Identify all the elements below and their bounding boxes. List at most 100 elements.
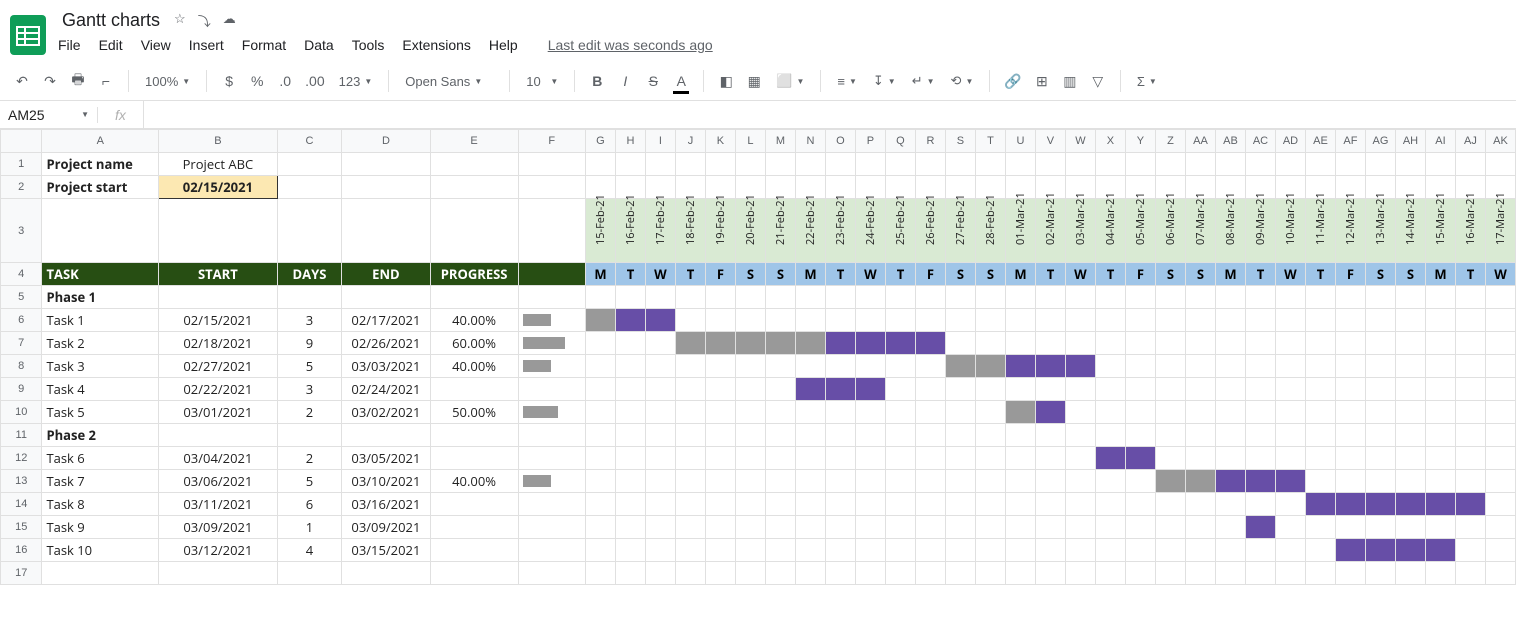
cell[interactable]: 09-Mar-21 <box>1245 199 1275 263</box>
cell[interactable] <box>975 401 1005 424</box>
cell[interactable]: 60.00% <box>430 332 518 355</box>
cell[interactable]: 28-Feb-21 <box>975 199 1005 263</box>
cell[interactable] <box>1215 447 1245 470</box>
cell[interactable] <box>1395 286 1425 309</box>
cell[interactable] <box>1395 516 1425 539</box>
cell[interactable] <box>1185 424 1215 447</box>
cell[interactable] <box>1155 516 1185 539</box>
cell[interactable] <box>1365 470 1395 493</box>
cell[interactable] <box>1095 493 1125 516</box>
cell[interactable] <box>518 153 585 176</box>
cell[interactable] <box>1485 424 1515 447</box>
cell[interactable] <box>735 286 765 309</box>
cell[interactable] <box>945 539 975 562</box>
cell[interactable] <box>795 562 825 585</box>
cell[interactable] <box>735 447 765 470</box>
cell[interactable] <box>855 493 885 516</box>
cell[interactable] <box>159 286 278 309</box>
cell[interactable] <box>915 153 945 176</box>
cell[interactable] <box>1395 470 1425 493</box>
cell[interactable] <box>1275 286 1305 309</box>
cell[interactable] <box>915 401 945 424</box>
cell[interactable] <box>1005 516 1035 539</box>
cell[interactable] <box>1275 493 1305 516</box>
cell[interactable] <box>1395 378 1425 401</box>
cell[interactable] <box>1395 562 1425 585</box>
cell[interactable] <box>1305 493 1335 516</box>
cell[interactable] <box>1455 493 1485 516</box>
cell[interactable] <box>1485 516 1515 539</box>
cell[interactable]: Task 8 <box>42 493 159 516</box>
cell[interactable] <box>42 199 159 263</box>
cell[interactable] <box>1215 286 1245 309</box>
menu-file[interactable]: File <box>58 37 81 53</box>
cell[interactable]: Phase 2 <box>42 424 159 447</box>
cell[interactable] <box>1185 470 1215 493</box>
cell[interactable] <box>915 447 945 470</box>
cell[interactable] <box>1485 539 1515 562</box>
cell[interactable] <box>705 286 735 309</box>
cell[interactable] <box>1335 470 1365 493</box>
cell[interactable] <box>645 516 675 539</box>
cell[interactable] <box>1215 539 1245 562</box>
cell[interactable]: S <box>1395 263 1425 286</box>
cell[interactable] <box>855 286 885 309</box>
cell[interactable]: 12-Mar-21 <box>1335 199 1365 263</box>
cell[interactable] <box>705 401 735 424</box>
cell[interactable] <box>1335 493 1365 516</box>
cell[interactable] <box>645 562 675 585</box>
cell[interactable] <box>1305 424 1335 447</box>
cell[interactable]: 10-Mar-21 <box>1275 199 1305 263</box>
cell[interactable] <box>945 378 975 401</box>
cell[interactable] <box>1455 562 1485 585</box>
cell[interactable] <box>1155 424 1185 447</box>
cell[interactable] <box>975 493 1005 516</box>
cell[interactable] <box>765 153 795 176</box>
cell[interactable] <box>42 562 159 585</box>
cell[interactable]: 03/02/2021 <box>342 401 430 424</box>
cell[interactable] <box>1155 539 1185 562</box>
cell[interactable] <box>342 199 430 263</box>
cell[interactable] <box>1275 470 1305 493</box>
cell[interactable] <box>430 153 518 176</box>
cell[interactable] <box>1245 309 1275 332</box>
cell[interactable] <box>1305 378 1335 401</box>
cell[interactable] <box>795 355 825 378</box>
cell[interactable] <box>1425 355 1455 378</box>
cloud-icon[interactable]: ☁ <box>223 11 236 30</box>
cell[interactable] <box>1185 332 1215 355</box>
cell[interactable] <box>1485 153 1515 176</box>
cell[interactable] <box>945 153 975 176</box>
cell[interactable]: 17-Mar-21 <box>1485 199 1515 263</box>
cell[interactable] <box>518 539 585 562</box>
spreadsheet-grid[interactable]: ABCDEFGHIJKLMNOPQRSTUVWXYZAAABACADAEAFAG… <box>0 129 1516 643</box>
cell[interactable]: Task 7 <box>42 470 159 493</box>
cell[interactable] <box>615 493 645 516</box>
cell[interactable] <box>855 562 885 585</box>
cell[interactable] <box>518 199 585 263</box>
link-button[interactable]: 🔗 <box>1000 68 1025 94</box>
cell[interactable] <box>645 539 675 562</box>
cell[interactable] <box>342 176 430 199</box>
cell[interactable] <box>675 153 705 176</box>
cell[interactable]: F <box>705 263 735 286</box>
cell[interactable] <box>765 378 795 401</box>
cell[interactable] <box>1305 355 1335 378</box>
cell[interactable] <box>915 332 945 355</box>
cell[interactable]: 03/15/2021 <box>342 539 430 562</box>
cell[interactable] <box>518 516 585 539</box>
cell[interactable] <box>645 470 675 493</box>
halign-button[interactable]: ≡▼ <box>831 74 863 89</box>
cell[interactable]: 14-Mar-21 <box>1395 199 1425 263</box>
cell[interactable] <box>765 447 795 470</box>
cell[interactable] <box>1155 447 1185 470</box>
cell[interactable]: PROGRESS <box>430 263 518 286</box>
cell[interactable] <box>1335 539 1365 562</box>
cell[interactable]: 17-Feb-21 <box>645 199 675 263</box>
cell[interactable]: Task 10 <box>42 539 159 562</box>
cell[interactable] <box>1245 153 1275 176</box>
cell[interactable] <box>1455 378 1485 401</box>
cell[interactable]: 03/16/2021 <box>342 493 430 516</box>
cell[interactable] <box>675 401 705 424</box>
cell[interactable] <box>430 424 518 447</box>
